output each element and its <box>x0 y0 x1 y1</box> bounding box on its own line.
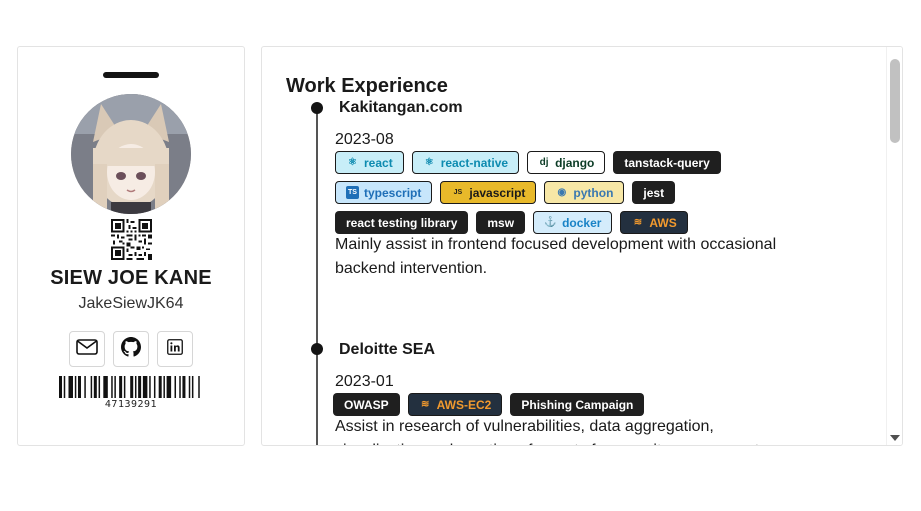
tag-label: react-native <box>440 155 509 170</box>
timeline-dot <box>311 343 323 355</box>
profile-name: SIEW JOE KANE <box>50 267 212 289</box>
tag-label: AWS <box>649 215 677 230</box>
scroll-thumb[interactable] <box>890 59 900 143</box>
django-icon: dj <box>539 157 549 168</box>
typescript-icon: TS <box>346 186 359 199</box>
docker-icon: ⚓ <box>544 217 557 228</box>
tag-phishing-campaign: Phishing Campaign <box>510 393 645 416</box>
tag-react-testing-library: react testing library <box>335 211 469 234</box>
linkedin-link[interactable] <box>157 331 193 367</box>
linkedin-icon <box>167 338 183 360</box>
company-name: Deloitte SEA <box>339 341 436 358</box>
tag-label: tanstack-query <box>624 155 710 170</box>
github-icon <box>121 336 141 362</box>
job-description: Mainly assist in frontend focused develo… <box>335 236 777 277</box>
profile-card: SIEW JOE KANE JakeSiewJK64 47139291 <box>17 46 245 446</box>
mail-link[interactable] <box>69 331 105 367</box>
react-icon: ⚛ <box>348 157 357 168</box>
profile-handle: JakeSiewJK64 <box>78 295 184 312</box>
tag-jest: jest <box>632 181 676 204</box>
tag-django: dj django <box>527 151 606 174</box>
badge-slot <box>103 72 159 78</box>
job-description: Assist in research of vulnerabilities, d… <box>335 418 764 445</box>
scroll-down-arrow[interactable] <box>890 435 900 441</box>
mail-icon <box>76 338 98 360</box>
company-name: Kakitangan.com <box>339 99 463 116</box>
tag-label: msw <box>487 215 515 230</box>
tag-label: django <box>555 155 595 170</box>
python-icon: ◉ <box>557 187 567 198</box>
tag-label: OWASP <box>344 397 389 412</box>
experience-panel[interactable]: Work Experience Kakitangan.com 2023-08 ⚛… <box>261 46 903 446</box>
tag-label: python <box>573 185 614 200</box>
job-date: 2023-08 <box>335 131 394 148</box>
tag-python: ◉ python <box>544 181 625 204</box>
section-title: Work Experience <box>286 75 448 97</box>
social-links <box>69 331 193 367</box>
tag-label: AWS-EC2 <box>436 397 492 412</box>
tag-tanstack-query: tanstack-query <box>613 151 721 174</box>
javascript-icon: JS <box>453 189 463 196</box>
aws-icon: ≋ <box>633 217 643 228</box>
avatar <box>71 94 191 214</box>
timeline-line <box>316 107 318 445</box>
tag-label: react <box>364 155 393 170</box>
github-link[interactable] <box>113 331 149 367</box>
page: SIEW JOE KANE JakeSiewJK64 47139291 Work… <box>0 0 921 511</box>
tag-owasp: OWASP <box>333 393 400 416</box>
tag-label: javascript <box>469 185 526 200</box>
tag-label: docker <box>562 215 602 230</box>
tag-label: Phishing Campaign <box>521 397 634 412</box>
timeline-dot <box>311 102 323 114</box>
tag-aws: ≋ AWS <box>620 211 688 234</box>
tag-msw: msw <box>476 211 526 234</box>
tag-javascript: JS javascript <box>440 181 537 204</box>
tag-label: react testing library <box>346 215 458 230</box>
scrollbar[interactable] <box>886 47 902 445</box>
react-icon: ⚛ <box>424 157 434 168</box>
barcode <box>59 376 200 398</box>
qr-code <box>110 219 152 260</box>
job-date: 2023-01 <box>335 373 394 390</box>
tag-react: ⚛ react <box>335 151 404 174</box>
aws-icon: ≋ <box>420 399 430 410</box>
tag-docker: ⚓ docker <box>533 211 613 234</box>
tag-list: OWASP ≋ AWS-EC2 Phishing Campaign <box>333 393 753 416</box>
tag-aws-ec2: ≋ AWS-EC2 <box>407 393 503 416</box>
tag-typescript: TS typescript <box>335 181 433 204</box>
tag-label: typescript <box>364 185 422 200</box>
tag-react-native: ⚛ react-native <box>411 151 520 174</box>
barcode-number: 47139291 <box>104 399 158 410</box>
tag-label: jest <box>643 185 665 200</box>
tag-list: ⚛ react ⚛ react-native dj django tanstack-quer… <box>335 151 755 234</box>
